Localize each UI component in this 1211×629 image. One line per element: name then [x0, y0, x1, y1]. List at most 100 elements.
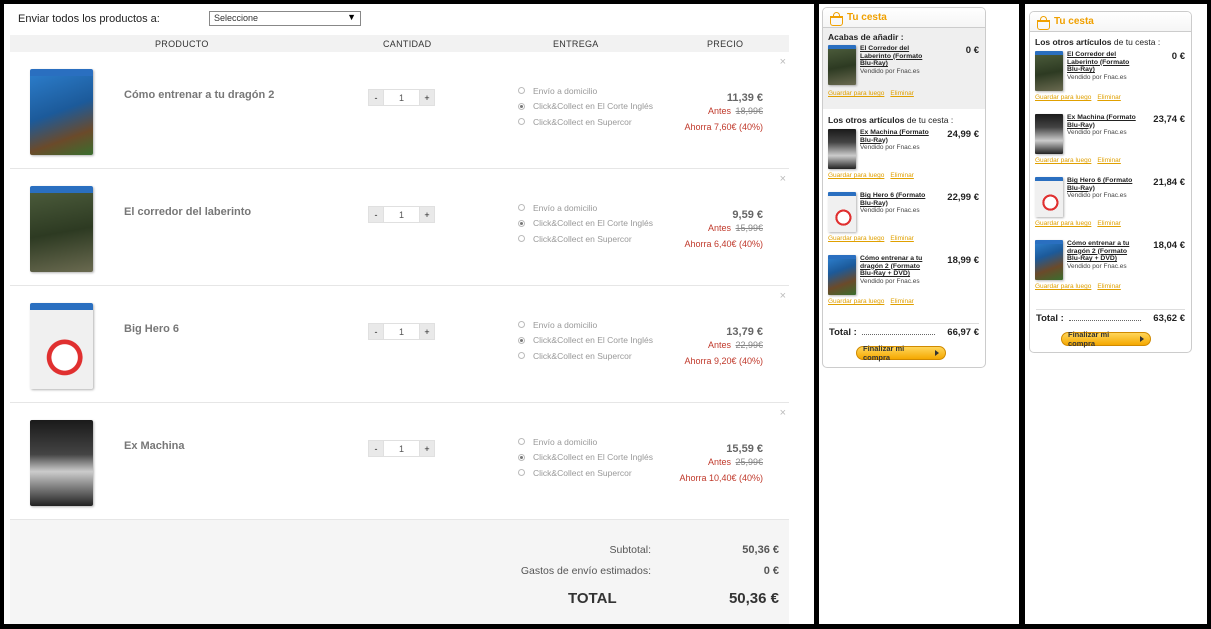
savings: Ahorra 6,40€ (40%) — [684, 239, 763, 249]
delivery-options: Envío a domicilio Click&Collect en El Co… — [518, 317, 653, 364]
save-for-later-link[interactable]: Guardar para luego — [828, 235, 884, 242]
total-label: Total : — [1036, 313, 1064, 324]
save-for-later-link[interactable]: Guardar para luego — [828, 172, 884, 179]
product-name[interactable]: Big Hero 6 — [124, 323, 179, 335]
item-thumbnail[interactable] — [828, 45, 856, 85]
radio-icon — [518, 204, 525, 212]
cart-totals: Subtotal: 50,36 € Gastos de envío estima… — [10, 520, 789, 624]
product-thumbnail[interactable] — [30, 186, 93, 272]
item-price: 23,74 € — [1153, 114, 1185, 125]
quantity-input[interactable]: 1 — [384, 89, 419, 106]
delivery-option-eci[interactable]: Click&Collect en El Corte Inglés — [518, 333, 653, 349]
item-title[interactable]: Cómo entrenar a tu dragón 2 (Formato Blu… — [860, 255, 930, 278]
item-thumbnail[interactable] — [828, 255, 856, 295]
product-name[interactable]: Cómo entrenar a tu dragón 2 — [124, 89, 274, 101]
item-thumbnail[interactable] — [1035, 51, 1063, 91]
delivery-option-eci[interactable]: Click&Collect en El Corte Inglés — [518, 99, 653, 115]
delivery-option-home[interactable]: Envío a domicilio — [518, 317, 653, 333]
save-for-later-link[interactable]: Guardar para luego — [1035, 220, 1091, 227]
quantity-stepper: - 1 + — [368, 440, 435, 457]
item-thumbnail[interactable] — [828, 192, 856, 232]
current-price: 13,79 € — [726, 326, 763, 338]
mini-cart-item: Big Hero 6 (Formato Blu-Ray) Vendido por… — [823, 192, 985, 255]
product-name[interactable]: Ex Machina — [124, 440, 185, 452]
item-thumbnail[interactable] — [1035, 240, 1063, 280]
delivery-option-supercor[interactable]: Click&Collect en Supercor — [518, 231, 653, 247]
mini-cart-item: Ex Machina (Formato Blu-Ray) Vendido por… — [1030, 114, 1191, 177]
delivery-option-supercor[interactable]: Click&Collect en Supercor — [518, 348, 653, 364]
item-title[interactable]: Cómo entrenar a tu dragón 2 (Formato Blu… — [1067, 240, 1137, 263]
quantity-input[interactable]: 1 — [384, 206, 419, 223]
item-links: Guardar para luego Eliminar — [1035, 220, 1121, 227]
quantity-input[interactable]: 1 — [384, 323, 419, 340]
product-thumbnail[interactable] — [30, 303, 93, 389]
product-thumbnail[interactable] — [30, 69, 93, 155]
save-for-later-link[interactable]: Guardar para luego — [828, 298, 884, 305]
item-thumbnail[interactable] — [1035, 114, 1063, 154]
delivery-option-eci[interactable]: Click&Collect en El Corte Inglés — [518, 216, 653, 232]
delete-link[interactable]: Eliminar — [890, 235, 913, 242]
item-title[interactable]: El Corredor del Laberinto (Formato Blu-R… — [860, 45, 930, 68]
close-icon[interactable]: × — [780, 173, 786, 185]
save-for-later-link[interactable]: Guardar para luego — [1035, 94, 1091, 101]
item-links: Guardar para luego Eliminar — [828, 172, 914, 179]
quantity-input[interactable]: 1 — [384, 440, 419, 457]
checkout-button[interactable]: Finalizar mi compra — [856, 344, 946, 362]
ship-destination-select[interactable]: Seleccione ▼ — [209, 11, 361, 26]
product-thumbnail[interactable] — [30, 420, 93, 506]
delete-link[interactable]: Eliminar — [1097, 157, 1120, 164]
mini-cart-item: Big Hero 6 (Formato Blu-Ray) Vendido por… — [1030, 177, 1191, 240]
product-name[interactable]: El corredor del laberinto — [124, 206, 251, 218]
delivery-option-eci[interactable]: Click&Collect en El Corte Inglés — [518, 450, 653, 466]
price-block: 11,39 € Antes 18,99€ Ahorra 7,60€ (40%) — [684, 92, 763, 132]
radio-icon — [518, 469, 525, 477]
save-for-later-link[interactable]: Guardar para luego — [828, 90, 884, 97]
delete-link[interactable]: Eliminar — [890, 90, 913, 97]
delivery-option-home[interactable]: Envío a domicilio — [518, 434, 653, 450]
delivery-options: Envío a domicilio Click&Collect en El Co… — [518, 83, 653, 130]
item-title[interactable]: Ex Machina (Formato Blu-Ray) — [1067, 114, 1137, 129]
increase-button[interactable]: + — [419, 206, 435, 223]
play-arrow-icon — [935, 350, 939, 356]
item-price: 0 € — [965, 45, 979, 56]
item-title[interactable]: Big Hero 6 (Formato Blu-Ray) — [1067, 177, 1137, 192]
save-for-later-link[interactable]: Guardar para luego — [1035, 283, 1091, 290]
column-quantity: CANTIDAD — [383, 39, 432, 49]
delete-link[interactable]: Eliminar — [1097, 94, 1120, 101]
decrease-button[interactable]: - — [368, 323, 384, 340]
item-title[interactable]: El Corredor del Laberinto (Formato Blu-R… — [1067, 51, 1137, 74]
delete-link[interactable]: Eliminar — [890, 298, 913, 305]
ship-select-value: Seleccione — [214, 13, 259, 23]
item-thumbnail[interactable] — [828, 129, 856, 169]
increase-button[interactable]: + — [419, 323, 435, 340]
shipping-label: Gastos de envío estimados: — [520, 565, 651, 577]
increase-button[interactable]: + — [419, 440, 435, 457]
item-title[interactable]: Big Hero 6 (Formato Blu-Ray) — [860, 192, 930, 207]
item-thumbnail[interactable] — [1035, 177, 1063, 217]
delivery-option-home[interactable]: Envío a domicilio — [518, 200, 653, 216]
delivery-option-supercor[interactable]: Click&Collect en Supercor — [518, 465, 653, 481]
close-icon[interactable]: × — [780, 56, 786, 68]
mini-cart-header: Tu cesta — [823, 8, 985, 28]
delete-link[interactable]: Eliminar — [1097, 220, 1120, 227]
checkout-button[interactable]: Finalizar mi compra — [1061, 330, 1151, 348]
savings: Ahorra 7,60€ (40%) — [684, 122, 763, 132]
mini-cart-title: Tu cesta — [1054, 16, 1094, 27]
item-price: 24,99 € — [947, 129, 979, 140]
item-seller: Vendido por Fnac.es — [860, 144, 920, 151]
decrease-button[interactable]: - — [368, 206, 384, 223]
delivery-option-home[interactable]: Envío a domicilio — [518, 83, 653, 99]
delete-link[interactable]: Eliminar — [1097, 283, 1120, 290]
close-icon[interactable]: × — [780, 407, 786, 419]
cart-table-header: PRODUCTO CANTIDAD ENTREGA PRECIO — [10, 35, 789, 52]
decrease-button[interactable]: - — [368, 89, 384, 106]
increase-button[interactable]: + — [419, 89, 435, 106]
mini-cart-total: Total : 66,97 € — [829, 323, 979, 338]
radio-icon — [518, 87, 525, 95]
save-for-later-link[interactable]: Guardar para luego — [1035, 157, 1091, 164]
delivery-option-supercor[interactable]: Click&Collect en Supercor — [518, 114, 653, 130]
delete-link[interactable]: Eliminar — [890, 172, 913, 179]
item-title[interactable]: Ex Machina (Formato Blu-Ray) — [860, 129, 930, 144]
decrease-button[interactable]: - — [368, 440, 384, 457]
close-icon[interactable]: × — [780, 290, 786, 302]
